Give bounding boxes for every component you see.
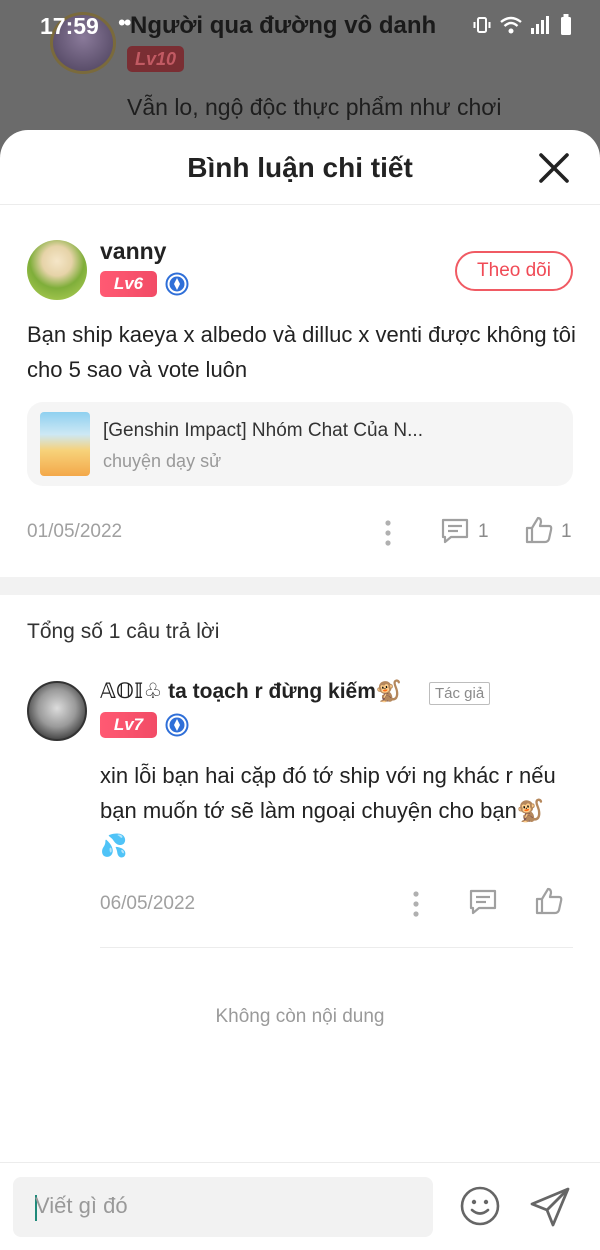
comment-text: Bạn ship kaeya x albedo và dilluc x vent… bbox=[27, 322, 576, 382]
reply-date: 06/05/2022 bbox=[100, 893, 196, 914]
story-chapter: chuyện dạy sử bbox=[103, 451, 222, 471]
reply-text: xin lỗi bạn hai cặp đó tớ ship với ng kh… bbox=[100, 763, 556, 858]
follow-button[interactable]: Theo dõi bbox=[455, 251, 573, 291]
send-icon[interactable] bbox=[528, 1185, 572, 1229]
status-bar: 17:59 •• bbox=[0, 0, 600, 50]
more-options-icon[interactable] bbox=[411, 889, 421, 919]
like-icon[interactable] bbox=[524, 515, 554, 545]
story-title: [Genshin Impact] Nhóm Chat Của N... bbox=[103, 420, 423, 441]
comment-date: 01/05/2022 bbox=[27, 521, 123, 542]
verified-icon bbox=[165, 272, 189, 296]
sheet-title: Bình luận chi tiết bbox=[187, 152, 413, 183]
like-count: 1 bbox=[561, 521, 572, 542]
vibrate-icon bbox=[473, 17, 491, 33]
level-badge: Lv7 bbox=[100, 712, 157, 738]
comment-username[interactable]: vanny bbox=[100, 238, 166, 265]
emoji-icon[interactable] bbox=[459, 1185, 501, 1227]
verified-icon bbox=[165, 713, 189, 737]
more-options-icon[interactable] bbox=[383, 518, 393, 548]
reply-username[interactable]: 𝔸𝕆𝕀♧ ta toạch r đừng kiếm🐒 bbox=[100, 679, 402, 704]
background-comment-text: Vẫn lo, ngộ độc thực phẩm như chơi bbox=[127, 94, 502, 120]
avatar[interactable] bbox=[27, 681, 87, 741]
comment-input-placeholder: Viết gì đó bbox=[35, 1193, 128, 1218]
wifi-icon bbox=[500, 16, 522, 34]
replies-total-label: Tổng số 1 câu trả lời bbox=[27, 620, 220, 643]
avatar[interactable] bbox=[27, 240, 87, 300]
reply-divider bbox=[100, 947, 573, 948]
sheet-header: Bình luận chi tiết bbox=[0, 130, 600, 205]
battery-icon bbox=[561, 14, 571, 35]
status-icons bbox=[472, 14, 572, 36]
comment-input-bar: Viết gì đó bbox=[0, 1162, 600, 1250]
end-of-content-label: Không còn nội dung bbox=[215, 1006, 385, 1027]
close-icon[interactable] bbox=[536, 150, 572, 186]
linked-story-card[interactable]: [Genshin Impact] Nhóm Chat Của N... chuy… bbox=[27, 402, 573, 486]
comment-detail-sheet: Bình luận chi tiết vanny Lv6 Theo dõi Bạ… bbox=[0, 130, 600, 1250]
signal-icon bbox=[531, 16, 549, 34]
reply-count: 1 bbox=[478, 521, 489, 542]
reply-icon[interactable] bbox=[468, 887, 498, 917]
level-badge: Lv6 bbox=[100, 271, 157, 297]
notification-dots-icon: •• bbox=[118, 10, 131, 35]
comment-input[interactable]: Viết gì đó bbox=[13, 1177, 433, 1237]
like-icon[interactable] bbox=[534, 886, 564, 916]
story-thumbnail bbox=[40, 412, 90, 476]
author-tag: Tác giả bbox=[429, 682, 491, 705]
status-time: 17:59 bbox=[40, 13, 99, 39]
reply-icon[interactable] bbox=[440, 516, 470, 546]
section-divider bbox=[0, 577, 600, 595]
